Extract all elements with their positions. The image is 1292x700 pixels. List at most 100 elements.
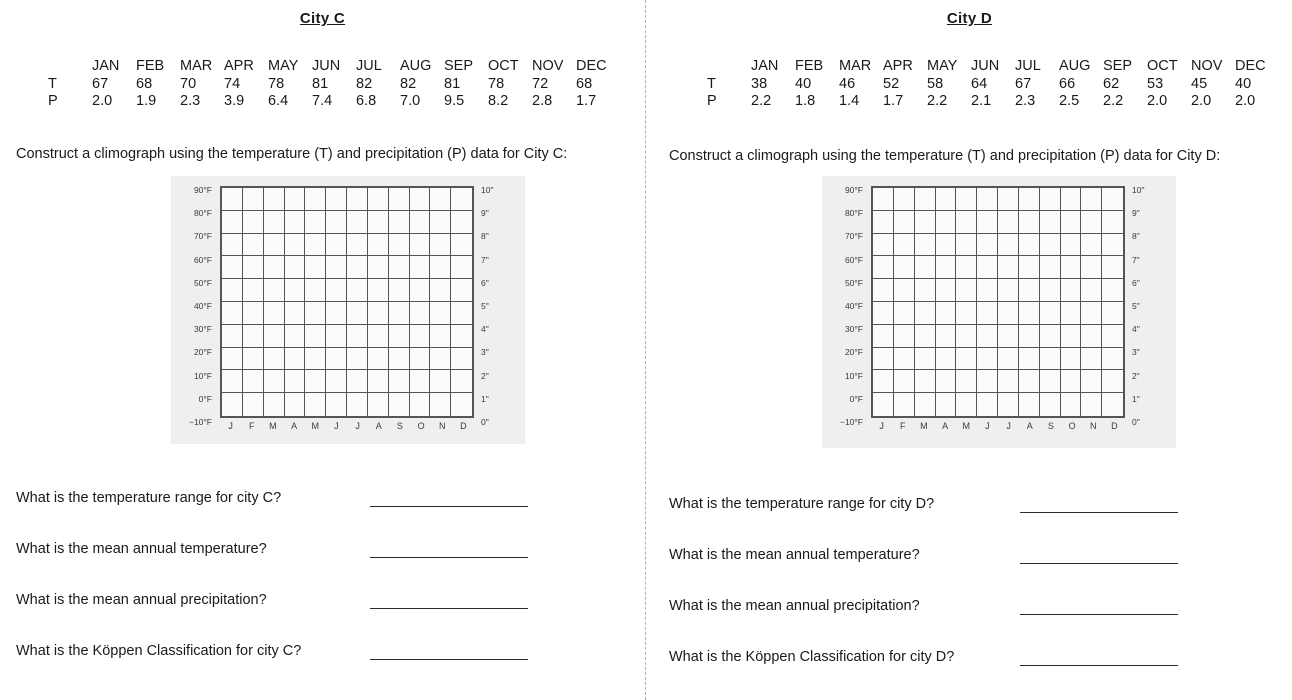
grid-cell[interactable] (1081, 393, 1103, 416)
grid-cell[interactable] (388, 301, 410, 325)
grid-cell[interactable] (305, 301, 327, 325)
answer-line[interactable] (370, 659, 528, 660)
grid-cell[interactable] (388, 210, 410, 234)
grid-cell[interactable] (998, 393, 1019, 416)
grid-cell[interactable] (977, 233, 998, 257)
grid-cell[interactable] (1039, 370, 1061, 394)
grid-cell[interactable] (242, 279, 264, 302)
grid-cell[interactable] (284, 301, 306, 325)
grid-cell[interactable] (326, 233, 347, 257)
grid-cell[interactable] (977, 210, 998, 234)
grid-cell[interactable] (935, 324, 957, 348)
grid-cell[interactable] (1060, 188, 1082, 211)
grid-cell[interactable] (430, 233, 452, 257)
grid-cell[interactable] (284, 256, 306, 280)
grid-cell[interactable] (1039, 279, 1061, 302)
grid-cell[interactable] (347, 188, 368, 211)
grid-cell[interactable] (998, 256, 1019, 280)
grid-cell[interactable] (451, 234, 472, 257)
grid-cell[interactable] (242, 301, 264, 325)
grid-cell[interactable] (935, 233, 957, 257)
grid-cell[interactable] (998, 301, 1019, 325)
grid-cell[interactable] (347, 393, 368, 416)
grid-cell[interactable] (935, 370, 957, 394)
grid-cell[interactable] (388, 370, 410, 394)
grid-cell[interactable] (873, 324, 894, 348)
grid-cell[interactable] (284, 233, 306, 257)
grid-cell[interactable] (409, 279, 431, 302)
grid-cell[interactable] (409, 324, 431, 348)
grid-cell[interactable] (368, 393, 389, 416)
grid-cell[interactable] (451, 393, 472, 416)
grid-cell[interactable] (242, 188, 264, 211)
grid-cell[interactable] (1040, 393, 1061, 416)
grid-cell[interactable] (956, 233, 978, 257)
grid-cell[interactable] (1060, 324, 1082, 348)
grid-cell[interactable] (347, 256, 368, 280)
grid-cell[interactable] (367, 188, 389, 211)
grid-cell[interactable] (451, 188, 472, 211)
climograph-grid[interactable] (871, 186, 1125, 418)
grid-cell[interactable] (1018, 210, 1040, 234)
grid-cell[interactable] (1039, 347, 1061, 371)
grid-cell[interactable] (222, 393, 243, 416)
grid-cell[interactable] (1018, 279, 1040, 302)
grid-cell[interactable] (305, 210, 327, 234)
grid-cell[interactable] (388, 347, 410, 371)
grid-cell[interactable] (451, 211, 472, 234)
grid-cell[interactable] (956, 188, 978, 211)
grid-cell[interactable] (1102, 302, 1123, 325)
grid-cell[interactable] (935, 279, 957, 302)
grid-cell[interactable] (1039, 324, 1061, 348)
grid-cell[interactable] (347, 347, 368, 371)
grid-cell[interactable] (1081, 347, 1103, 371)
grid-cell[interactable] (873, 393, 894, 416)
grid-cell[interactable] (326, 370, 347, 394)
grid-cell[interactable] (430, 301, 452, 325)
grid-cell[interactable] (263, 370, 285, 394)
grid-cell[interactable] (873, 256, 894, 280)
grid-cell[interactable] (409, 210, 431, 234)
grid-cell[interactable] (305, 370, 327, 394)
grid-cell[interactable] (1018, 188, 1040, 211)
grid-cell[interactable] (305, 279, 327, 302)
grid-cell[interactable] (222, 256, 243, 280)
grid-cell[interactable] (367, 233, 389, 257)
grid-cell[interactable] (998, 324, 1019, 348)
grid-cell[interactable] (998, 279, 1019, 302)
grid-cell[interactable] (326, 301, 347, 325)
city-c-climograph[interactable]: 90°F 80°F 70°F 60°F 50°F 40°F 30°F 20°F … (171, 176, 525, 444)
grid-cell[interactable] (222, 347, 243, 371)
grid-cell[interactable] (977, 370, 998, 394)
grid-cell[interactable] (914, 370, 936, 394)
grid-cell[interactable] (935, 256, 957, 280)
grid-cell[interactable] (347, 279, 368, 302)
grid-cell[interactable] (326, 347, 347, 371)
grid-cell[interactable] (956, 370, 978, 394)
grid-cell[interactable] (1060, 370, 1082, 394)
grid-cell[interactable] (430, 210, 452, 234)
grid-cell[interactable] (1081, 210, 1103, 234)
grid-cell[interactable] (388, 233, 410, 257)
grid-cell[interactable] (1018, 256, 1040, 280)
grid-cell[interactable] (873, 279, 894, 302)
grid-cell[interactable] (326, 188, 347, 211)
grid-cell[interactable] (409, 188, 431, 211)
grid-cell[interactable] (389, 393, 410, 416)
grid-cell[interactable] (873, 347, 894, 371)
grid-cell[interactable] (893, 256, 915, 280)
grid-cell[interactable] (263, 233, 285, 257)
grid-cell[interactable] (222, 301, 243, 325)
grid-cell[interactable] (914, 301, 936, 325)
grid-cell[interactable] (451, 302, 472, 325)
grid-cell[interactable] (1081, 256, 1103, 280)
city-d-climograph[interactable]: 90°F 80°F 70°F 60°F 50°F 40°F 30°F 20°F … (822, 176, 1176, 448)
grid-cell[interactable] (388, 256, 410, 280)
grid-cell[interactable] (285, 393, 306, 416)
grid-cell[interactable] (1039, 188, 1061, 211)
grid-cell[interactable] (1018, 324, 1040, 348)
grid-cell[interactable] (388, 324, 410, 348)
grid-cell[interactable] (893, 347, 915, 371)
grid-cell[interactable] (367, 324, 389, 348)
grid-cell[interactable] (1102, 188, 1123, 211)
